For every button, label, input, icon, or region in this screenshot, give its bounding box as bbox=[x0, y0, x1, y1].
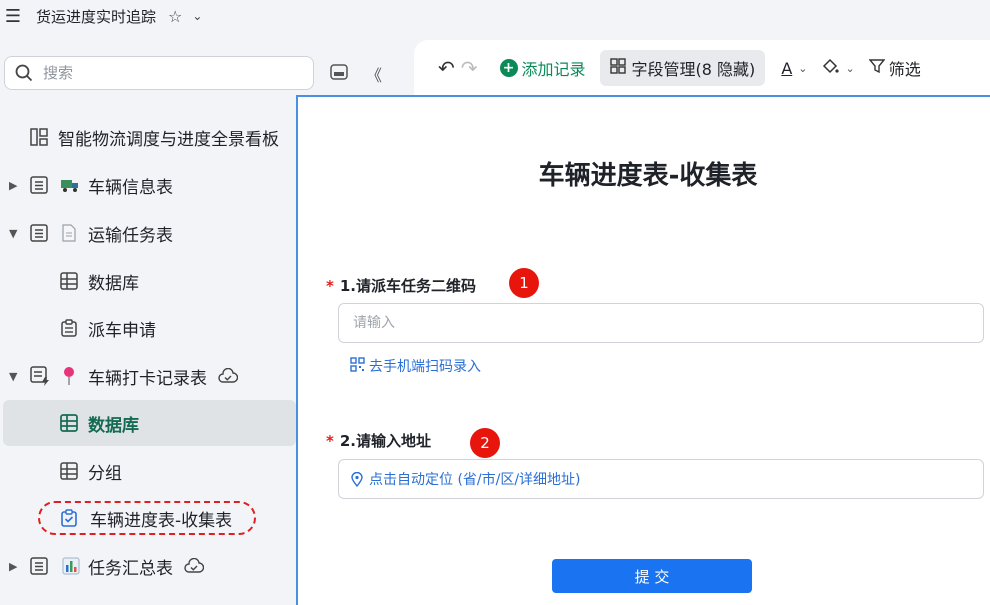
sidebar-item-checkin-records[interactable]: ▼ 车辆打卡记录表 bbox=[0, 353, 296, 399]
dashboard-icon bbox=[30, 128, 48, 146]
location-text: 点击自动定位 (省/市/区/详细地址) bbox=[369, 472, 581, 488]
sidebar-item-label: 派车申请 bbox=[88, 320, 156, 341]
search-input[interactable] bbox=[41, 63, 285, 83]
sidebar-item-database-1[interactable]: 数据库 bbox=[0, 258, 296, 304]
filter-icon bbox=[868, 58, 886, 78]
sidebar-item-dashboard[interactable]: 智能物流调度与进度全景看板 bbox=[0, 114, 296, 160]
question-1-field[interactable] bbox=[338, 303, 984, 343]
grid-table-icon bbox=[60, 272, 78, 290]
caret-down-icon[interactable]: ▼ bbox=[9, 370, 17, 383]
sidebar-item-label: 数据库 bbox=[88, 273, 139, 294]
sidebar-item-vehicle-info[interactable]: ▶ 车辆信息表 bbox=[0, 162, 296, 208]
grid-table-icon bbox=[60, 462, 78, 480]
menu-icon[interactable]: ☰ bbox=[0, 6, 26, 27]
sidebar-item-database-2[interactable]: 数据库 bbox=[3, 400, 296, 446]
scan-link-label: 去手机端扫码录入 bbox=[369, 359, 481, 375]
grid-icon bbox=[609, 58, 626, 78]
fill-color-button[interactable]: ⌄ bbox=[821, 57, 855, 79]
filter-label: 筛选 bbox=[888, 60, 921, 79]
bar-chart-icon bbox=[62, 557, 80, 575]
annotation-highlight bbox=[38, 501, 256, 535]
truck-icon bbox=[60, 177, 80, 193]
double-chevron-left-icon[interactable]: 《 bbox=[366, 62, 382, 86]
annotation-badge-2: 2 bbox=[470, 428, 500, 458]
sidebar-item-label: 分组 bbox=[88, 463, 122, 484]
automation-table-icon bbox=[30, 366, 50, 386]
sidebar-item-dispatch-request[interactable]: 派车申请 bbox=[0, 305, 296, 351]
table-list-icon bbox=[30, 557, 48, 575]
sidebar-item-label: 车辆打卡记录表 bbox=[88, 368, 207, 389]
cloud-check-icon bbox=[184, 558, 204, 574]
sidebar-item-task-summary[interactable]: ▶ 任务汇总表 bbox=[0, 543, 296, 589]
table-list-icon bbox=[30, 224, 48, 242]
star-icon[interactable]: ☆ bbox=[168, 7, 182, 26]
caret-right-icon[interactable]: ▶ bbox=[9, 560, 17, 573]
sidebar-item-label: 数据库 bbox=[88, 415, 139, 436]
question-2-text: 2.请输入地址 bbox=[339, 432, 431, 450]
view-toolbar: ↶ ↷ + 添加记录 字段管理(8 隐藏) A ⌄ ⌄ 筛选 bbox=[414, 40, 990, 96]
grid-table-icon bbox=[60, 414, 78, 432]
required-mark: * bbox=[326, 432, 334, 450]
sidebar-item-label: 智能物流调度与进度全景看板 bbox=[58, 129, 279, 150]
sidebar-item-label: 车辆信息表 bbox=[88, 177, 173, 198]
question-2-label: * 2.请输入地址 bbox=[326, 430, 431, 451]
chevron-down-icon[interactable]: ⌄ bbox=[192, 9, 202, 23]
form-panel: 车辆进度表-收集表 * 1.请派车任务二维码 1 去手机端扫码录入 * 2.请输入地… bbox=[296, 95, 990, 605]
field-manage-button[interactable]: 字段管理(8 隐藏) bbox=[599, 50, 766, 86]
sidebar-tools: 《 bbox=[330, 62, 382, 86]
font-color-icon: A bbox=[781, 58, 793, 78]
qr-task-input[interactable] bbox=[351, 304, 955, 342]
pin-icon bbox=[62, 366, 76, 386]
caret-right-icon[interactable]: ▶ bbox=[9, 179, 17, 192]
auto-location-field[interactable]: 点击自动定位 (省/市/区/详细地址) bbox=[338, 459, 984, 499]
document-icon bbox=[62, 224, 76, 242]
font-color-button[interactable]: A ⌄ bbox=[779, 59, 807, 78]
add-record-button[interactable]: + 添加记录 bbox=[499, 56, 586, 80]
sidebar-item-transport-tasks[interactable]: ▼ 运输任务表 bbox=[0, 210, 296, 256]
top-bar: ☰ 货运进度实时追踪 ☆ ⌄ bbox=[0, 0, 420, 32]
redo-icon[interactable]: ↷ bbox=[461, 56, 478, 80]
undo-icon[interactable]: ↶ bbox=[438, 56, 455, 80]
scan-mobile-link[interactable]: 去手机端扫码录入 bbox=[350, 356, 481, 376]
location-pin-icon bbox=[351, 471, 363, 487]
collapse-panel-icon[interactable] bbox=[330, 64, 348, 84]
chevron-down-icon: ⌄ bbox=[798, 61, 808, 75]
form-title: 车辆进度表-收集表 bbox=[538, 161, 758, 191]
question-1-label: * 1.请派车任务二维码 bbox=[326, 275, 476, 296]
caret-down-icon[interactable]: ▼ bbox=[9, 227, 17, 240]
filter-button[interactable]: 筛选 bbox=[868, 56, 921, 80]
submit-button[interactable]: 提 交 bbox=[552, 559, 752, 593]
sidebar-item-group[interactable]: 分组 bbox=[0, 448, 296, 494]
clipboard-icon bbox=[61, 319, 77, 337]
table-list-icon bbox=[30, 176, 48, 194]
question-1-text: 1.请派车任务二维码 bbox=[339, 277, 476, 295]
search-box[interactable] bbox=[4, 56, 314, 90]
add-record-label: 添加记录 bbox=[521, 60, 586, 79]
qr-code-icon bbox=[350, 356, 365, 376]
plus-icon: + bbox=[499, 59, 518, 77]
field-manage-label: 字段管理(8 隐藏) bbox=[631, 60, 756, 79]
chevron-down-icon: ⌄ bbox=[845, 61, 855, 75]
required-mark: * bbox=[326, 277, 334, 295]
search-icon bbox=[15, 64, 33, 82]
paint-bucket-icon bbox=[821, 57, 840, 79]
sidebar-item-label: 任务汇总表 bbox=[88, 558, 173, 579]
annotation-badge-1: 1 bbox=[509, 268, 539, 298]
sidebar-item-label: 运输任务表 bbox=[88, 225, 173, 246]
app-title: 货运进度实时追踪 bbox=[36, 7, 157, 26]
cloud-check-icon bbox=[218, 368, 238, 384]
